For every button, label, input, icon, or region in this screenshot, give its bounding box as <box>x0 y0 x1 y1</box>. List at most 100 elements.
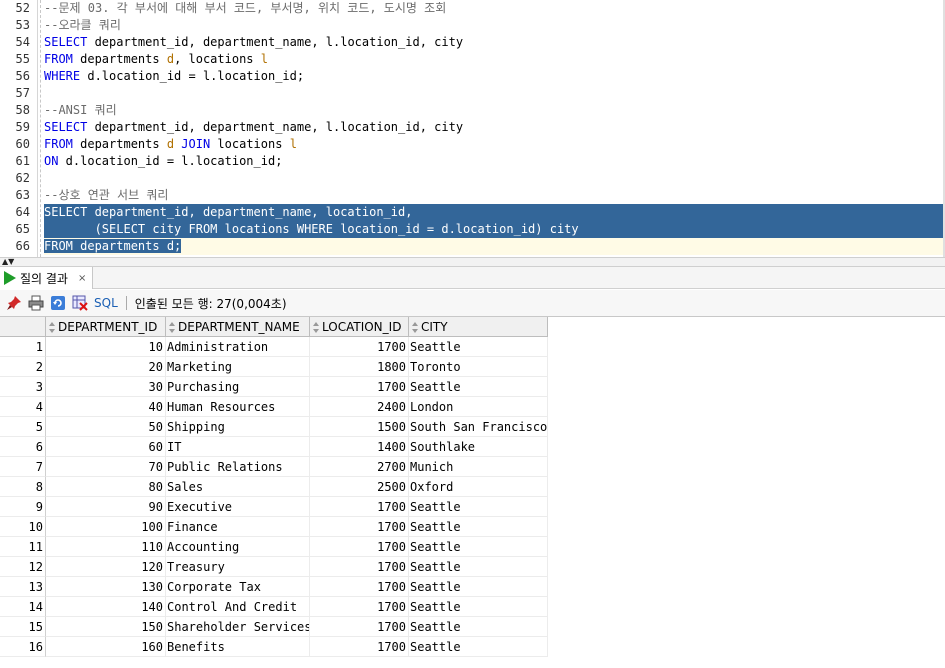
cell-location-id[interactable]: 1700 <box>310 617 409 637</box>
table-row[interactable]: 16 160 Benefits 1700 Seattle <box>0 637 548 657</box>
code-line[interactable]: ON d.location_id = l.location_id; <box>44 153 943 170</box>
cell-city[interactable]: Seattle <box>409 517 548 537</box>
cell-department-name[interactable]: Control And Credit <box>166 597 310 617</box>
row-number[interactable]: 2 <box>0 357 46 377</box>
table-row[interactable]: 6 60 IT 1400 Southlake <box>0 437 548 457</box>
cell-city[interactable]: Munich <box>409 457 548 477</box>
cell-department-name[interactable]: Human Resources <box>166 397 310 417</box>
row-number[interactable]: 4 <box>0 397 46 417</box>
cell-department-name[interactable]: Accounting <box>166 537 310 557</box>
table-row[interactable]: 9 90 Executive 1700 Seattle <box>0 497 548 517</box>
code-line[interactable] <box>44 85 943 102</box>
sql-editor[interactable]: 52 --문제 03. 각 부서에 대해 부서 코드, 부서명, 위치 코드, 도… <box>0 0 945 257</box>
sort-icon[interactable] <box>411 320 419 333</box>
cell-city[interactable]: Seattle <box>409 377 548 397</box>
cell-department-name[interactable]: Shipping <box>166 417 310 437</box>
cell-department-id[interactable]: 10 <box>46 337 166 357</box>
table-row[interactable]: 13 130 Corporate Tax 1700 Seattle <box>0 577 548 597</box>
cell-location-id[interactable]: 1700 <box>310 517 409 537</box>
cell-department-id[interactable]: 140 <box>46 597 166 617</box>
cell-department-name[interactable]: Treasury <box>166 557 310 577</box>
cell-department-id[interactable]: 160 <box>46 637 166 657</box>
cell-department-name[interactable]: Executive <box>166 497 310 517</box>
row-number[interactable]: 15 <box>0 617 46 637</box>
cell-department-name[interactable]: Purchasing <box>166 377 310 397</box>
table-row[interactable]: 1 10 Administration 1700 Seattle <box>0 337 548 357</box>
print-icon[interactable] <box>28 295 44 311</box>
row-number[interactable]: 3 <box>0 377 46 397</box>
cell-department-id[interactable]: 70 <box>46 457 166 477</box>
sort-icon[interactable] <box>168 320 176 333</box>
cell-department-id[interactable]: 100 <box>46 517 166 537</box>
row-number[interactable]: 7 <box>0 457 46 477</box>
cell-department-name[interactable]: Sales <box>166 477 310 497</box>
row-number[interactable]: 16 <box>0 637 46 657</box>
cell-department-name[interactable]: Public Relations <box>166 457 310 477</box>
cell-location-id[interactable]: 1700 <box>310 557 409 577</box>
table-row[interactable]: 3 30 Purchasing 1700 Seattle <box>0 377 548 397</box>
cell-city[interactable]: Seattle <box>409 577 548 597</box>
table-row[interactable]: 14 140 Control And Credit 1700 Seattle <box>0 597 548 617</box>
cell-city[interactable]: Seattle <box>409 557 548 577</box>
cell-location-id[interactable]: 2700 <box>310 457 409 477</box>
tab-query-result[interactable]: 질의 결과 × <box>0 267 94 289</box>
row-number[interactable]: 11 <box>0 537 46 557</box>
cell-location-id[interactable]: 1700 <box>310 377 409 397</box>
cell-city[interactable]: Seattle <box>409 537 548 557</box>
cell-city[interactable]: Seattle <box>409 497 548 517</box>
cell-city[interactable]: Seattle <box>409 637 548 657</box>
cell-location-id[interactable]: 1700 <box>310 577 409 597</box>
cell-department-id[interactable]: 60 <box>46 437 166 457</box>
row-number[interactable]: 9 <box>0 497 46 517</box>
cell-location-id[interactable]: 1700 <box>310 497 409 517</box>
column-header-department-id[interactable]: DEPARTMENT_ID <box>46 317 166 337</box>
close-icon[interactable]: × <box>78 273 86 284</box>
cell-department-id[interactable]: 40 <box>46 397 166 417</box>
cell-department-name[interactable]: Administration <box>166 337 310 357</box>
column-header-department-name[interactable]: DEPARTMENT_NAME <box>166 317 310 337</box>
cell-department-name[interactable]: IT <box>166 437 310 457</box>
cell-department-name[interactable]: Marketing <box>166 357 310 377</box>
cell-department-name[interactable]: Shareholder Services <box>166 617 310 637</box>
cell-city[interactable]: Southlake <box>409 437 548 457</box>
code-line[interactable]: FROM departments d; <box>44 238 943 255</box>
column-header-location-id[interactable]: LOCATION_ID <box>310 317 409 337</box>
cell-city[interactable]: Seattle <box>409 337 548 357</box>
cell-location-id[interactable]: 1700 <box>310 597 409 617</box>
cell-department-name[interactable]: Finance <box>166 517 310 537</box>
sort-icon[interactable] <box>312 320 320 333</box>
row-number[interactable]: 13 <box>0 577 46 597</box>
row-number[interactable]: 12 <box>0 557 46 577</box>
table-row[interactable]: 12 120 Treasury 1700 Seattle <box>0 557 548 577</box>
row-number[interactable]: 14 <box>0 597 46 617</box>
cell-city[interactable]: Seattle <box>409 597 548 617</box>
cell-department-name[interactable]: Corporate Tax <box>166 577 310 597</box>
code-line[interactable] <box>44 170 943 187</box>
cell-department-id[interactable]: 110 <box>46 537 166 557</box>
cell-location-id[interactable]: 1500 <box>310 417 409 437</box>
cell-location-id[interactable]: 1400 <box>310 437 409 457</box>
table-row[interactable]: 8 80 Sales 2500 Oxford <box>0 477 548 497</box>
cell-city[interactable]: London <box>409 397 548 417</box>
table-row[interactable]: 10 100 Finance 1700 Seattle <box>0 517 548 537</box>
pane-splitter[interactable]: ▲▼ <box>0 257 945 267</box>
code-line[interactable]: SELECT department_id, department_name, l… <box>44 34 943 51</box>
delete-icon[interactable] <box>72 295 88 311</box>
row-number[interactable]: 1 <box>0 337 46 357</box>
cell-location-id[interactable]: 2500 <box>310 477 409 497</box>
sql-button[interactable]: SQL <box>94 296 118 310</box>
cell-department-id[interactable]: 90 <box>46 497 166 517</box>
cell-city[interactable]: Oxford <box>409 477 548 497</box>
cell-department-id[interactable]: 80 <box>46 477 166 497</box>
code-line[interactable]: FROM departments d JOIN locations l <box>44 136 943 153</box>
cell-department-name[interactable]: Benefits <box>166 637 310 657</box>
row-number[interactable]: 10 <box>0 517 46 537</box>
code-line[interactable]: WHERE d.location_id = l.location_id; <box>44 68 943 85</box>
sort-icon[interactable] <box>48 320 56 333</box>
splitter-arrows-icon[interactable]: ▲▼ <box>2 258 14 266</box>
cell-city[interactable]: South San Francisco <box>409 417 548 437</box>
cell-location-id[interactable]: 1700 <box>310 337 409 357</box>
code-line[interactable]: (SELECT city FROM locations WHERE locati… <box>44 221 943 238</box>
cell-department-id[interactable]: 120 <box>46 557 166 577</box>
cell-department-id[interactable]: 150 <box>46 617 166 637</box>
